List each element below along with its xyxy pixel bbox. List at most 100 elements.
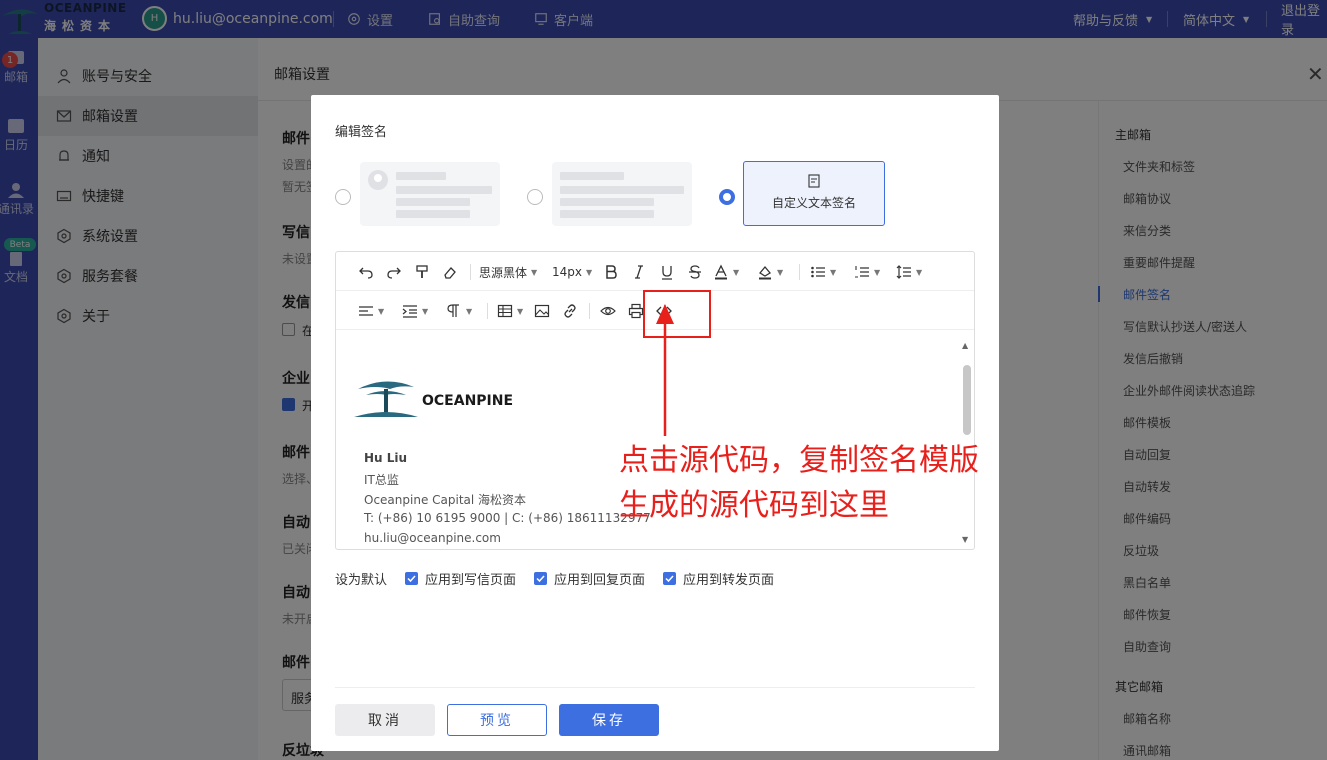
divider [335, 687, 975, 688]
checkbox-reply[interactable] [534, 572, 548, 585]
bullet-list-icon [811, 266, 825, 278]
checkbox-forward[interactable] [663, 572, 677, 585]
placeholder-line [396, 198, 470, 206]
template-radio-2[interactable] [527, 189, 543, 205]
placeholder-line [560, 186, 684, 194]
template-radio-custom[interactable] [719, 189, 735, 205]
chevron-down-icon: ▼ [517, 306, 524, 316]
italic-icon [635, 265, 643, 279]
strikethrough-button[interactable] [687, 263, 703, 281]
custom-template-label: 自定义文本签名 [771, 196, 856, 210]
divider [487, 303, 488, 319]
align-left-icon [359, 306, 373, 316]
signature-company: Oceanpine Capital 海松资本 [364, 493, 527, 507]
preview-button[interactable]: 预览 [447, 704, 547, 736]
chevron-down-icon: ▼ [531, 267, 538, 277]
signature-email: hu.liu@oceanpine.com [364, 531, 501, 545]
annotation-text: 点击源代码，复制签名模版 生成的源代码到这里 [619, 438, 1019, 528]
signature-role: IT总监 [364, 473, 399, 487]
undo-button[interactable] [358, 263, 374, 281]
format-painter-icon [416, 265, 428, 278]
font-color-icon [715, 264, 727, 280]
chevron-down-icon: ▼ [874, 267, 881, 277]
defaults-label: 设为默认 [335, 573, 388, 588]
undo-icon [359, 267, 373, 279]
placeholder-line [560, 172, 624, 180]
print-button[interactable] [628, 302, 644, 320]
italic-button[interactable] [631, 263, 647, 281]
template-radio-1[interactable] [335, 189, 351, 205]
chevron-down-icon: ▼ [777, 267, 784, 277]
bold-button[interactable] [603, 263, 619, 281]
scroll-down-icon[interactable]: ▼ [962, 535, 968, 544]
divider [799, 264, 800, 280]
placeholder-line [560, 210, 654, 218]
chevron-down-icon: ▼ [422, 306, 429, 316]
signature-name: Hu Liu [364, 451, 408, 465]
font-family-value: 思源黑体 [479, 265, 528, 280]
check-icon [665, 575, 674, 583]
chevron-down-icon: ▼ [916, 267, 923, 277]
annotation-line-1: 点击源代码，复制签名模版 [619, 443, 979, 478]
line-height-button[interactable]: ▼ [896, 263, 922, 281]
font-size-value: 14px [552, 265, 582, 279]
redo-button[interactable] [386, 263, 402, 281]
link-button[interactable] [562, 302, 578, 320]
bold-icon [606, 265, 617, 279]
underline-icon [662, 266, 672, 280]
signature-template-1[interactable] [360, 162, 500, 226]
font-size-select[interactable]: 14px ▼ [552, 263, 592, 281]
underline-button[interactable] [659, 263, 675, 281]
link-icon [564, 304, 576, 318]
checkbox-label: 应用到回复页面 [554, 573, 646, 588]
chevron-down-icon: ▼ [466, 306, 473, 316]
chevron-down-icon: ▼ [378, 306, 385, 316]
indent-button[interactable]: ▼ [402, 302, 428, 320]
font-family-select[interactable]: 思源黑体 ▼ [479, 263, 537, 281]
redo-icon [387, 267, 401, 279]
paragraph-icon [447, 304, 459, 317]
annotation-arrow-icon [656, 304, 674, 436]
check-icon [536, 575, 545, 583]
toolbar-row-1: 思源黑体 ▼ 14px ▼ ▼ ▼ ▼ ▼ ▼ [336, 252, 974, 291]
table-icon [497, 304, 513, 318]
bullet-list-button[interactable]: ▼ [810, 263, 836, 281]
highlight-color-button[interactable]: ▼ [757, 263, 783, 281]
checkbox-label: 应用到写信页面 [425, 573, 517, 588]
oceanpine-logo: OCEANPINE [354, 381, 513, 417]
signature-template-2[interactable] [552, 162, 692, 226]
scroll-up-icon[interactable]: ▲ [962, 341, 968, 350]
table-button[interactable]: ▼ [497, 302, 523, 320]
image-icon [534, 304, 550, 318]
image-button[interactable] [534, 302, 550, 320]
checkbox-compose[interactable] [405, 572, 419, 585]
scrollbar-thumb[interactable] [963, 365, 971, 435]
numbered-list-icon [855, 266, 869, 278]
save-button[interactable]: 保存 [559, 704, 659, 736]
indent-icon [402, 305, 417, 318]
default-options: 设为默认 应用到写信页面 应用到回复页面 应用到转发页面 [335, 569, 774, 588]
eraser-icon [444, 267, 456, 279]
numbered-list-button[interactable]: ▼ [854, 263, 880, 281]
paragraph-button[interactable]: ▼ [446, 302, 472, 320]
format-painter-button[interactable] [414, 263, 430, 281]
cancel-button[interactable]: 取消 [335, 704, 435, 736]
clear-format-button[interactable] [442, 263, 458, 281]
annotation-line-2: 生成的源代码到这里 [619, 488, 889, 523]
signature-phone: T: (+86) 10 6195 9000 | C: (+86) 1861113… [364, 511, 651, 525]
eye-icon [600, 306, 616, 316]
custom-text-template[interactable]: 自定义文本签名 [743, 161, 885, 226]
highlight-icon [759, 265, 771, 280]
font-color-button[interactable]: ▼ [713, 263, 739, 281]
strikethrough-icon [689, 265, 701, 279]
signature-brand: OCEANPINE [422, 393, 513, 409]
placeholder-line [396, 210, 470, 218]
preview-toggle-button[interactable] [600, 302, 616, 320]
document-icon [808, 174, 820, 188]
check-icon [407, 575, 416, 583]
align-button[interactable]: ▼ [358, 302, 384, 320]
line-height-icon [896, 265, 911, 279]
placeholder-line [396, 172, 446, 180]
dialog-title: 编辑签名 [335, 125, 388, 140]
checkbox-label: 应用到转发页面 [683, 573, 775, 588]
